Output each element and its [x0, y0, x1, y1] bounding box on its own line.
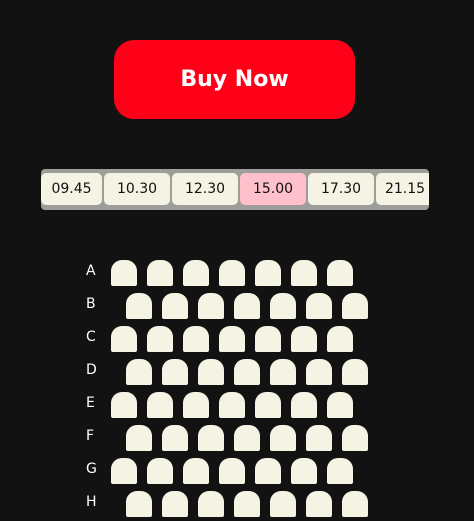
seat[interactable] — [270, 491, 296, 517]
seat[interactable] — [234, 491, 260, 517]
showtime-slot[interactable]: 21.15 — [376, 173, 429, 205]
seat[interactable] — [111, 458, 137, 484]
seat[interactable] — [126, 359, 152, 385]
seat[interactable] — [327, 326, 353, 352]
seat[interactable] — [219, 392, 245, 418]
seat[interactable] — [234, 425, 260, 451]
seat[interactable] — [147, 392, 173, 418]
showtime-slot[interactable]: 17.30 — [308, 173, 374, 205]
seat[interactable] — [291, 392, 317, 418]
buy-now-button[interactable]: Buy Now — [114, 40, 355, 119]
showtime-label: 09.45 — [51, 181, 92, 197]
seat[interactable] — [306, 293, 332, 319]
seat[interactable] — [327, 260, 353, 286]
seat-row: D — [86, 359, 386, 385]
seat[interactable] — [255, 260, 281, 286]
seat-row: B — [86, 293, 386, 319]
seat[interactable] — [219, 260, 245, 286]
row-label: F — [86, 428, 95, 444]
seat[interactable] — [162, 359, 188, 385]
showtime-slot[interactable]: 12.30 — [172, 173, 238, 205]
seat[interactable] — [198, 425, 224, 451]
seat[interactable] — [255, 392, 281, 418]
row-label: B — [86, 296, 96, 312]
seat[interactable] — [255, 458, 281, 484]
seat-row: E — [86, 392, 386, 418]
seat[interactable] — [162, 425, 188, 451]
seat-row: F — [86, 425, 386, 451]
seat[interactable] — [183, 260, 209, 286]
seat[interactable] — [111, 326, 137, 352]
showtime-slot[interactable]: 09.45 — [41, 173, 102, 205]
seat[interactable] — [270, 359, 296, 385]
showtime-label: 21.15 — [384, 181, 426, 197]
seat[interactable] — [306, 359, 332, 385]
seat[interactable] — [198, 293, 224, 319]
seat[interactable] — [147, 260, 173, 286]
seat[interactable] — [342, 425, 368, 451]
seat[interactable] — [327, 392, 353, 418]
seat-row: A — [86, 260, 386, 286]
seat[interactable] — [342, 491, 368, 517]
seat[interactable] — [234, 359, 260, 385]
row-label: C — [86, 329, 96, 345]
seat[interactable] — [162, 491, 188, 517]
seat[interactable] — [183, 326, 209, 352]
seat[interactable] — [183, 392, 209, 418]
row-label: G — [86, 461, 97, 477]
showtime-selector: 09.45 10.30 12.30 15.00 17.30 21.15 — [41, 169, 429, 210]
showtime-label: 10.30 — [116, 181, 158, 197]
seat[interactable] — [147, 326, 173, 352]
seat[interactable] — [219, 326, 245, 352]
seat[interactable] — [126, 293, 152, 319]
seat[interactable] — [270, 293, 296, 319]
showtime-slot[interactable]: 10.30 — [104, 173, 170, 205]
seat[interactable] — [327, 458, 353, 484]
showtime-label: 17.30 — [320, 181, 362, 197]
seat[interactable] — [234, 293, 260, 319]
seat[interactable] — [162, 293, 188, 319]
seat[interactable] — [291, 326, 317, 352]
seat[interactable] — [306, 491, 332, 517]
seat-row: H — [86, 491, 386, 517]
seat[interactable] — [255, 326, 281, 352]
seat[interactable] — [198, 491, 224, 517]
showtime-label: 15.00 — [252, 181, 294, 197]
seat-map: A B C D E F G H — [86, 260, 386, 521]
seat[interactable] — [198, 359, 224, 385]
showtime-slot[interactable]: 15.00 — [240, 173, 306, 205]
showtime-label: 12.30 — [184, 181, 226, 197]
seat[interactable] — [183, 458, 209, 484]
buy-now-label: Buy Now — [180, 67, 289, 92]
row-label: H — [86, 494, 97, 510]
seat[interactable] — [291, 260, 317, 286]
seat[interactable] — [342, 293, 368, 319]
seat[interactable] — [219, 458, 245, 484]
row-label: A — [86, 263, 96, 279]
seat[interactable] — [126, 425, 152, 451]
seat[interactable] — [306, 425, 332, 451]
seat[interactable] — [111, 260, 137, 286]
seat[interactable] — [111, 392, 137, 418]
seat-row: G — [86, 458, 386, 484]
seat[interactable] — [147, 458, 173, 484]
seat[interactable] — [126, 491, 152, 517]
row-label: E — [86, 395, 95, 411]
seat[interactable] — [270, 425, 296, 451]
seat[interactable] — [342, 359, 368, 385]
seat[interactable] — [291, 458, 317, 484]
seat-row: C — [86, 326, 386, 352]
row-label: D — [86, 362, 97, 378]
